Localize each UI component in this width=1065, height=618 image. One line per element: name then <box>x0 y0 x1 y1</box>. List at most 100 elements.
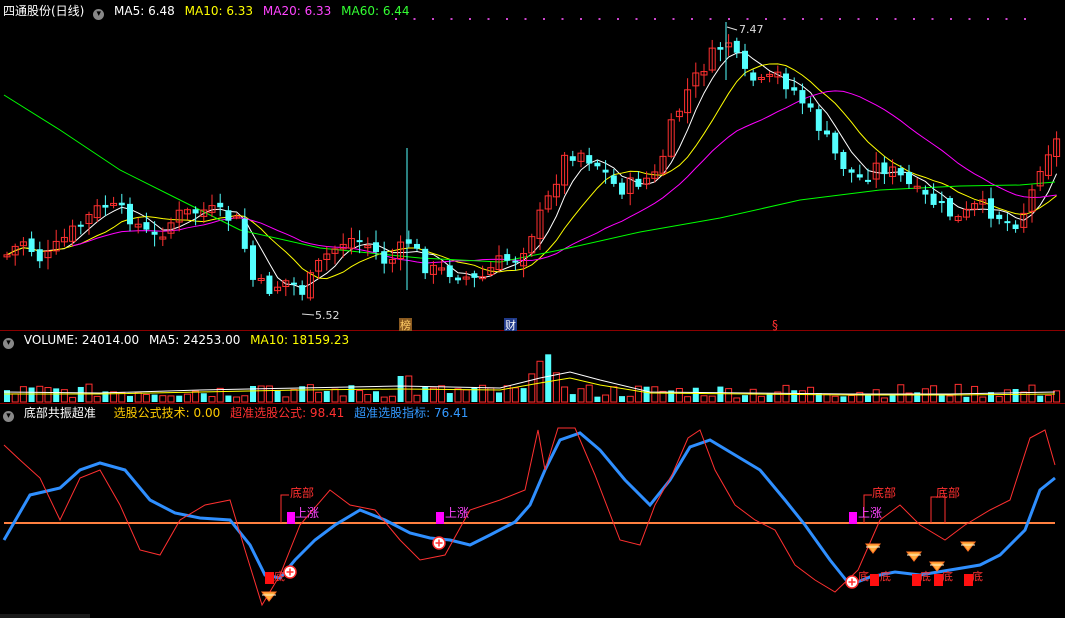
volume-bar <box>380 396 388 403</box>
volume-bar <box>282 396 290 403</box>
candle-body <box>865 179 871 182</box>
candle-body <box>881 162 888 175</box>
rank-marker[interactable]: 榜 <box>400 318 411 332</box>
diamond-icon <box>959 541 977 552</box>
top-dot <box>395 18 397 20</box>
volume-bar <box>831 395 839 403</box>
top-dot <box>580 18 582 20</box>
volume-bar <box>552 372 560 403</box>
candlesticks <box>3 22 1061 301</box>
bottom-tag: 底部 <box>290 485 314 500</box>
top-dot <box>598 18 601 20</box>
volume-bar <box>995 395 1003 403</box>
candle-body <box>127 203 133 225</box>
status-strip <box>0 614 90 618</box>
candle-body <box>291 282 297 285</box>
top-dot <box>931 18 934 20</box>
di-tag: 底 <box>858 569 869 583</box>
candle-body <box>824 130 830 135</box>
volume-bar <box>946 395 954 403</box>
volume-bar <box>306 384 314 403</box>
top-dot <box>635 18 638 20</box>
top-dot <box>894 18 897 20</box>
candle-body <box>906 172 912 185</box>
bottom-tag: 底部 <box>936 485 960 500</box>
di-tag: 底 <box>920 569 931 583</box>
volume-bar <box>979 396 987 403</box>
candle-body <box>610 175 617 184</box>
top-dot <box>802 18 804 20</box>
volume-bar <box>798 390 806 403</box>
candle-body <box>266 275 273 294</box>
candle-body <box>602 169 609 173</box>
volume-bar <box>700 395 708 403</box>
volume-bar <box>954 383 962 403</box>
top-dot <box>506 18 508 20</box>
top-dot <box>876 18 878 20</box>
volume-bar <box>159 395 167 403</box>
candle-body <box>897 168 904 176</box>
candle-body <box>742 50 748 69</box>
bottom-signal-marker <box>870 574 879 586</box>
volume-bar <box>626 395 634 403</box>
rise-tag: 上涨 <box>858 505 882 520</box>
candle-body <box>947 198 953 217</box>
volume-bar <box>200 393 207 402</box>
candle-body <box>512 260 519 263</box>
candle-body <box>1004 221 1011 224</box>
candle-body <box>36 249 43 262</box>
di-tag: 底 <box>880 569 891 583</box>
top-dot <box>691 18 693 20</box>
candle-body <box>381 251 388 264</box>
volume-bar <box>840 396 847 402</box>
candle-body <box>938 201 945 204</box>
volume-bar <box>233 396 241 403</box>
candle-body <box>414 243 420 249</box>
top-dot <box>950 18 952 20</box>
volume-bar <box>216 387 224 403</box>
stock-chart[interactable]: 7.47 5.52 榜 财 § 底部 底部 底部 上涨 上涨 上涨 底 底 底 … <box>0 0 1065 618</box>
top-dot <box>987 18 989 20</box>
volume-bar <box>971 385 979 403</box>
rise-tag: 上涨 <box>445 505 469 520</box>
top-dot <box>913 18 915 20</box>
rise-marker <box>436 512 444 524</box>
volume-bar <box>225 395 232 402</box>
top-dots <box>395 18 1026 20</box>
volume-bar <box>585 384 593 403</box>
volume-bar <box>127 395 133 402</box>
volume-bar <box>1053 390 1061 403</box>
candle-body <box>832 132 839 154</box>
volume-bar <box>438 385 446 403</box>
volume-bar <box>339 395 347 403</box>
low-price-pointer <box>301 313 315 316</box>
volume-bar <box>708 395 716 403</box>
volume-bar <box>53 388 60 402</box>
volume-bar <box>749 388 757 403</box>
event-marker[interactable]: § <box>772 318 778 332</box>
volume-bar <box>176 395 183 402</box>
finance-marker[interactable]: 财 <box>505 318 516 332</box>
candle-body <box>799 90 806 104</box>
low-price-label: 5.52 <box>315 309 340 322</box>
volume-bar <box>528 373 536 403</box>
top-dot <box>783 18 786 20</box>
volume-bar <box>413 394 421 403</box>
candle-body <box>930 193 937 205</box>
top-dot <box>820 18 823 20</box>
candle-body <box>217 202 224 208</box>
volume-bar <box>880 397 888 403</box>
volume-bar <box>569 394 576 402</box>
top-dot <box>968 18 971 20</box>
candle-body <box>750 72 757 81</box>
volume-bar <box>44 387 52 403</box>
volume-bar <box>356 390 364 403</box>
diamond-icon <box>260 591 278 602</box>
top-dot <box>413 18 416 20</box>
volume-bar <box>511 387 519 403</box>
volume-bar <box>594 396 601 402</box>
rise-tag: 上涨 <box>295 505 319 520</box>
top-dot <box>487 18 490 20</box>
volume-bar <box>1020 391 1028 403</box>
candle-body <box>455 277 461 281</box>
